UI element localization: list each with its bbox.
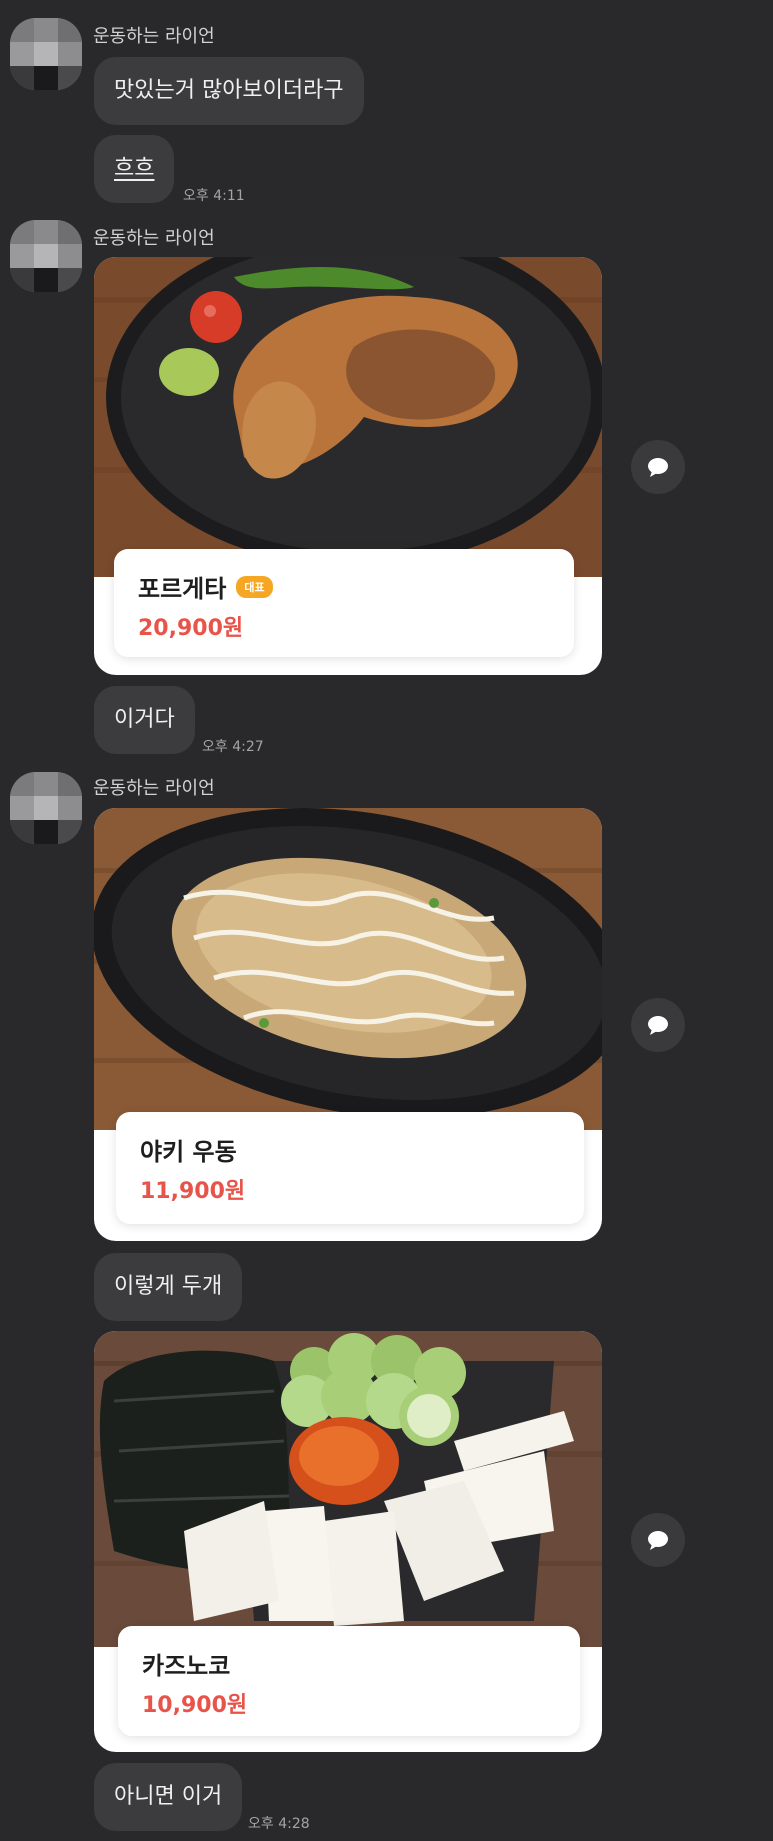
share-button[interactable] bbox=[631, 440, 685, 494]
share-button[interactable] bbox=[631, 998, 685, 1052]
menu-item-price: 11,900원 bbox=[140, 1179, 246, 1204]
menu-item-name: 야키 우동 bbox=[140, 1138, 237, 1166]
sender-name: 운동하는 라이언 bbox=[93, 778, 215, 799]
message-timestamp: 오후 4:27 bbox=[202, 739, 264, 755]
message-text: 흐흐 bbox=[114, 156, 155, 181]
food-photo bbox=[94, 1331, 602, 1647]
message-bubble[interactable]: 맛있는거 많아보이더라구 bbox=[94, 57, 364, 125]
menu-item-price: 10,900원 bbox=[142, 1693, 248, 1718]
speech-bubble-icon bbox=[648, 1531, 668, 1550]
sender-name: 운동하는 라이언 bbox=[93, 228, 215, 249]
menu-card-kazunoko[interactable]: 카즈노코 10,900원 bbox=[94, 1331, 602, 1752]
sender-name: 운동하는 라이언 bbox=[93, 26, 215, 47]
menu-item-name: 포르게타 bbox=[138, 575, 227, 603]
pixelated-avatar-icon bbox=[10, 772, 82, 844]
pixelated-avatar-icon bbox=[10, 18, 82, 90]
menu-card-yaki-udon[interactable]: 야키 우동 11,900원 bbox=[94, 808, 602, 1241]
message-timestamp: 오후 4:28 bbox=[248, 1816, 310, 1832]
speech-bubble-icon bbox=[648, 1016, 668, 1035]
message-text: 이거다 bbox=[114, 707, 175, 732]
sender-avatar[interactable] bbox=[10, 220, 82, 292]
message-text: 맛있는거 많아보이더라구 bbox=[114, 78, 344, 103]
message-bubble[interactable]: 아니면 이거 bbox=[94, 1763, 243, 1831]
menu-info-box: 카즈노코 10,900원 bbox=[118, 1626, 580, 1736]
speech-bubble-icon bbox=[648, 458, 668, 477]
message-bubble[interactable]: 이렇게 두개 bbox=[94, 1253, 243, 1321]
sender-avatar[interactable] bbox=[10, 772, 82, 844]
menu-item-name: 카즈노코 bbox=[142, 1652, 231, 1680]
menu-info-box: 야키 우동 11,900원 bbox=[116, 1112, 584, 1224]
message-text: 아니면 이거 bbox=[114, 1784, 223, 1809]
food-photo bbox=[94, 257, 602, 577]
message-timestamp: 오후 4:11 bbox=[183, 188, 245, 204]
share-button[interactable] bbox=[631, 1513, 685, 1567]
pixelated-avatar-icon bbox=[10, 220, 82, 292]
sender-avatar[interactable] bbox=[10, 18, 82, 90]
menu-info-box: 포르게타 대표 20,900원 bbox=[114, 549, 574, 657]
message-bubble[interactable]: 흐흐 bbox=[94, 135, 175, 203]
message-text: 이렇게 두개 bbox=[114, 1274, 223, 1299]
menu-card-porchetta[interactable]: 포르게타 대표 20,900원 bbox=[94, 257, 602, 675]
message-bubble[interactable]: 이거다 bbox=[94, 686, 195, 754]
signature-badge: 대표 bbox=[236, 576, 273, 598]
menu-item-price: 20,900원 bbox=[138, 616, 244, 641]
food-photo bbox=[94, 808, 602, 1130]
